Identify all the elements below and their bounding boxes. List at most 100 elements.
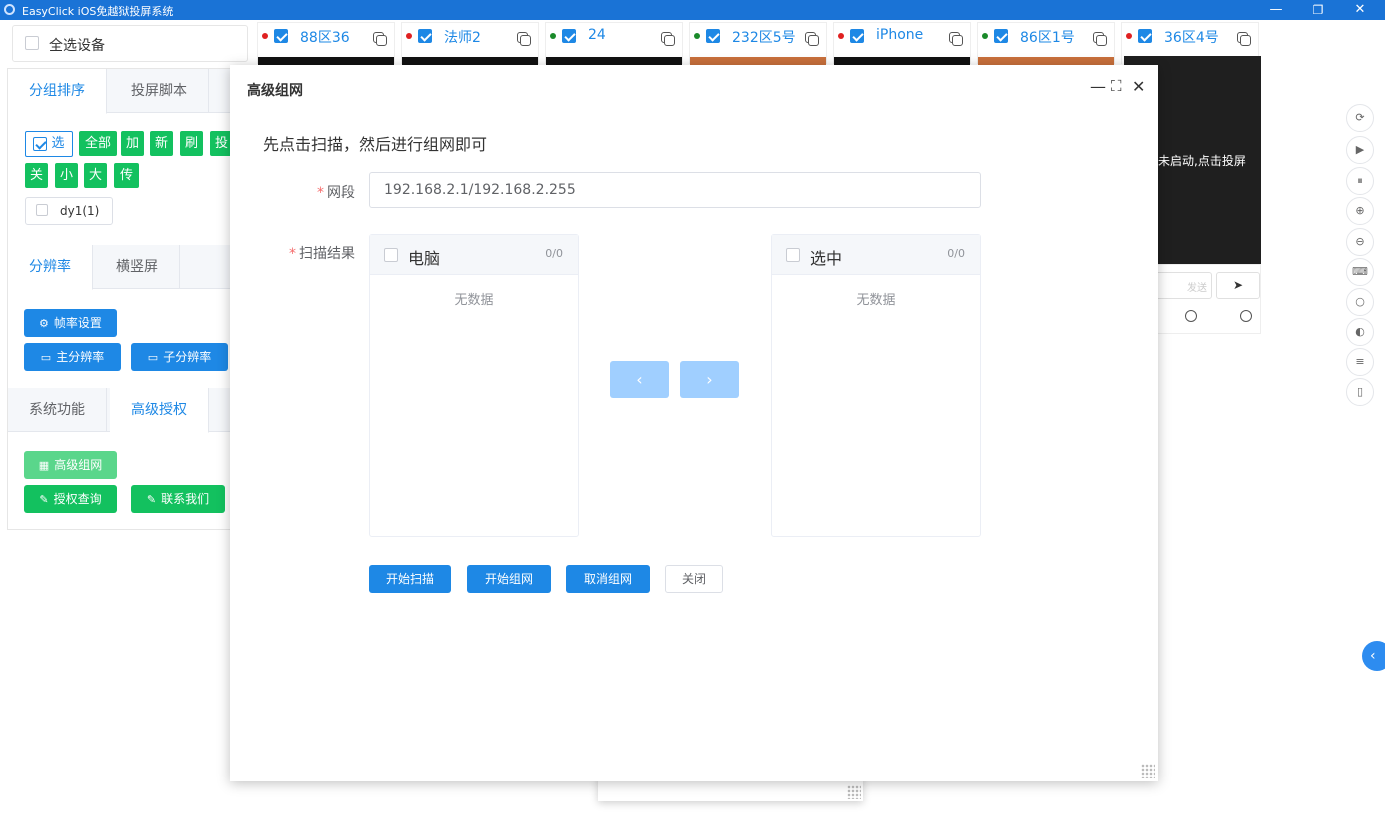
pause-icon[interactable]: ⏸ [1346,167,1374,195]
close-button[interactable]: 关 [25,163,48,188]
collapse-panel-button[interactable]: ‹ [1362,641,1385,671]
select-all-label: 全选设备 [49,38,105,54]
sub-resolution-button[interactable]: ▭ 子分辨率 [131,343,228,371]
device-checkbox[interactable] [418,29,432,43]
dialog-title: 高级组网 [247,83,303,99]
add-button[interactable]: 加 [121,131,144,156]
group-item[interactable]: dy1(1) [25,197,113,225]
close-window-button[interactable]: ✕ [1340,0,1380,20]
start-network-button[interactable]: 开始组网 [467,565,551,593]
copy-icon[interactable] [805,32,819,46]
copy-icon[interactable] [661,32,675,46]
monitor-icon: ▭ [147,351,159,364]
copy-icon[interactable] [949,32,963,46]
device-status-dot [694,33,700,39]
close-dialog-button[interactable]: 关闭 [665,565,723,593]
fps-settings-button[interactable]: ⚙ 帧率设置 [24,309,117,337]
source-select-all-checkbox[interactable] [384,248,398,262]
start-scan-button[interactable]: 开始扫描 [369,565,451,593]
monitor-icon: ▭ [40,351,52,364]
group-item-checkbox[interactable] [36,204,48,216]
auth-query-button[interactable]: ✎ 授权查询 [24,485,117,513]
refresh-button[interactable]: 刷 [180,131,203,156]
tab-system-functions[interactable]: 系统功能 [8,388,107,432]
device-card[interactable]: 232区5号 [689,22,827,65]
zoom-in-icon[interactable]: ⊕ [1346,197,1374,225]
large-button[interactable]: 大 [84,163,107,188]
device-checkbox[interactable] [562,29,576,43]
maximize-icon[interactable]: ⛶ [1111,77,1122,95]
copy-icon[interactable] [1093,32,1107,46]
device-screen[interactable] [546,57,682,65]
new-button[interactable]: 新 [150,131,173,156]
restore-button[interactable]: ❐ [1298,0,1338,20]
pause-circle-icon[interactable] [1240,310,1252,322]
copy-icon[interactable] [517,32,531,46]
tab-cast-script[interactable]: 投屏脚本 [110,69,209,113]
select-all-checkbox[interactable] [25,36,39,50]
zoom-out-icon[interactable]: ⊖ [1346,228,1374,256]
tab-resolution[interactable]: 分辨率 [8,245,93,290]
device-screen[interactable] [258,57,394,65]
device-screen[interactable] [690,57,826,65]
device-status-dot [838,33,844,39]
device-card[interactable]: 24 [545,22,683,65]
phone-icon[interactable]: ▯ [1346,378,1374,406]
resize-grip-icon[interactable] [1141,764,1155,778]
pen-icon: ✎ [146,493,157,506]
source-empty-text: 无数据 [454,293,494,308]
select-group-button[interactable]: 选 [25,131,73,157]
send-text-input[interactable]: 发送 [1150,272,1212,299]
device-checkbox[interactable] [994,29,1008,43]
tab-orientation[interactable]: 横竖屏 [95,245,180,289]
device-checkbox[interactable] [850,29,864,43]
net-segment-input[interactable]: 192.168.2.1/192.168.2.255 [369,172,981,208]
device-card[interactable]: 88区36 [257,22,395,65]
power-icon[interactable] [1185,310,1197,322]
device-checkbox[interactable] [1138,29,1152,43]
advanced-network-button[interactable]: ▦ 高级组网 [24,451,117,479]
toggle-icon[interactable]: ◐ [1346,318,1374,346]
refresh-icon[interactable]: ⟳ [1346,104,1374,132]
close-icon[interactable]: ✕ [1132,77,1145,96]
device-name: 86区1号 [1020,30,1075,46]
resize-grip-icon[interactable] [847,785,861,799]
play-icon[interactable]: ▶ [1346,136,1374,164]
contact-us-label: 联系我们 [161,492,210,506]
target-select-all-checkbox[interactable] [786,248,800,262]
device-card[interactable]: 86区1号 [977,22,1115,65]
move-right-button[interactable]: › [680,361,739,398]
minimize-button[interactable]: — [1256,0,1296,20]
main-resolution-button[interactable]: ▭ 主分辨率 [24,343,121,371]
minimize-icon[interactable]: — [1090,77,1106,96]
send-button[interactable]: ➤ [1216,272,1260,299]
device-status-dot [982,33,988,39]
tab-group-sort[interactable]: 分组排序 [8,69,107,114]
search-icon[interactable]: ○ [1346,288,1374,316]
target-panel-title: 选中 [810,249,843,268]
small-button[interactable]: 小 [55,163,78,188]
transfer-panel-target: 选中 0/0 无数据 [771,234,981,537]
group-item-label: dy1(1) [60,204,100,218]
contact-us-button[interactable]: ✎ 联系我们 [131,485,225,513]
device-checkbox[interactable] [274,29,288,43]
sliders-icon[interactable]: ≡ [1346,348,1374,376]
device-card[interactable]: iPhone [833,22,971,65]
device-screen[interactable] [978,57,1114,65]
device-checkbox[interactable] [706,29,720,43]
move-left-button[interactable]: ‹ [610,361,669,398]
advanced-network-dialog: 高级组网 — ⛶ ✕ 先点击扫描，然后进行组网即可 * 网段 192.168.2.… [230,65,1158,781]
target-panel-count: 0/0 [947,247,965,260]
select-all-devices[interactable]: 全选设备 [12,25,248,62]
device-screen[interactable] [402,57,538,65]
cancel-network-button[interactable]: 取消组网 [566,565,650,593]
keyboard-icon[interactable]: ⌨ [1346,258,1374,286]
device-screen[interactable] [834,57,970,65]
required-mark: * [289,246,296,262]
copy-icon[interactable] [373,32,387,46]
device-card[interactable]: 法师2 [401,22,539,65]
tab-advanced-auth[interactable]: 高级授权 [110,388,209,433]
copy-icon[interactable] [1237,32,1251,46]
all-button[interactable]: 全部 [79,131,117,156]
upload-button[interactable]: 传 [114,163,139,188]
